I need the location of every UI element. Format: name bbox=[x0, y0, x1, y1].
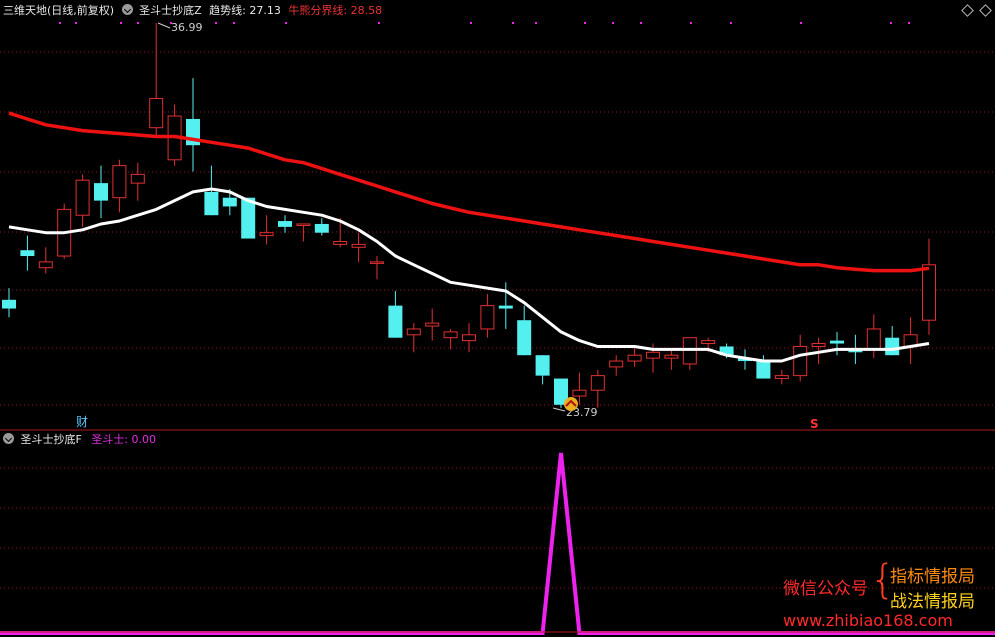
candle-body-down bbox=[498, 305, 513, 309]
cai-marker[interactable]: 财 bbox=[76, 415, 88, 429]
top-dot-marker bbox=[584, 22, 586, 24]
sub-indicator-name[interactable]: 圣斗士抄底F bbox=[21, 433, 82, 446]
top-dot-marker bbox=[800, 22, 802, 24]
top-dot-marker bbox=[59, 22, 61, 24]
candle-body-down bbox=[388, 305, 403, 338]
candle-body-down bbox=[830, 340, 844, 344]
watermark-left: 微信公众号 bbox=[783, 579, 868, 599]
indicator-name[interactable]: 圣斗士抄底Z bbox=[139, 4, 202, 17]
grid-lines bbox=[0, 51, 995, 589]
candle-body-up bbox=[351, 243, 366, 248]
candle-body-down bbox=[204, 191, 219, 216]
candle-body-down bbox=[94, 183, 108, 201]
candle-body-up bbox=[259, 232, 274, 237]
candle-body-down bbox=[278, 221, 292, 227]
high-label: 36.99 bbox=[171, 21, 203, 34]
bullbear-value: 28.58 bbox=[350, 4, 383, 17]
candle-body-up bbox=[627, 354, 642, 362]
bullbear-label: 牛熊分界线: bbox=[288, 4, 348, 17]
candle-body-down bbox=[517, 320, 532, 356]
watermark-url: www.zhibiao168.com bbox=[783, 611, 953, 630]
candle-body-up bbox=[590, 375, 605, 391]
candlestick-series bbox=[2, 23, 936, 408]
candle-body-up bbox=[701, 340, 716, 345]
candle-body-up bbox=[443, 331, 458, 339]
top-dot-marker bbox=[215, 22, 217, 24]
candle-body-up bbox=[480, 305, 495, 330]
main-panel-header: 三维天地(日线,前复权) 圣斗士抄底Z 趋势线: 27.13 牛熊分界线: 28… bbox=[0, 2, 382, 20]
indicator-dropdown-icon[interactable] bbox=[121, 4, 133, 15]
signal-series bbox=[0, 452, 995, 635]
bullbear-line bbox=[8, 111, 930, 273]
sub-series-label: 圣斗士: bbox=[91, 433, 129, 446]
trend-label: 趋势线: bbox=[209, 4, 246, 17]
candle-body-up bbox=[646, 351, 660, 359]
buy-signal-icon[interactable] bbox=[564, 397, 578, 411]
candle-body-up bbox=[406, 328, 421, 336]
trend-value: 27.13 bbox=[249, 4, 281, 17]
candle-body-down bbox=[535, 355, 550, 376]
candle-body-up bbox=[333, 240, 348, 245]
candle-body-down bbox=[885, 337, 900, 356]
candle-body-up bbox=[38, 261, 53, 269]
candle-body-up bbox=[774, 375, 789, 380]
top-dot-marker bbox=[640, 22, 642, 24]
candle-body-up bbox=[425, 322, 440, 327]
top-dot-marker bbox=[890, 22, 892, 24]
stock-chart[interactable]: 36.99 23.79 财 S bbox=[0, 0, 995, 637]
top-dot-marker bbox=[75, 22, 77, 24]
candle-body-up bbox=[75, 179, 90, 216]
sub-series-value: 0.00 bbox=[131, 433, 157, 446]
candle-body-down bbox=[20, 250, 35, 257]
sub-panel-header: 圣斗士抄底F 圣斗士: 0.00 bbox=[0, 431, 156, 449]
s-marker[interactable]: S bbox=[810, 417, 819, 431]
candle-body-down bbox=[756, 361, 771, 379]
candle-body-down bbox=[241, 197, 256, 239]
candle-body-down bbox=[222, 197, 237, 207]
candle-body-up bbox=[112, 165, 127, 199]
candle-body-down bbox=[2, 299, 16, 309]
top-dot-marker bbox=[535, 22, 537, 24]
candle-body-up bbox=[664, 354, 679, 359]
candle-body-up bbox=[149, 98, 164, 129]
top-dot-marker bbox=[233, 22, 235, 24]
top-dot-marker bbox=[137, 22, 139, 24]
candle-body-up bbox=[572, 389, 587, 397]
top-dot-marker bbox=[470, 22, 472, 24]
watermark-right-top: 指标情报局 bbox=[890, 567, 975, 587]
top-dot-marker bbox=[730, 22, 732, 24]
top-dot-marker bbox=[690, 22, 692, 24]
candle-body-down bbox=[314, 223, 329, 233]
candle-body-up bbox=[130, 173, 145, 184]
candle-body-up bbox=[922, 264, 936, 321]
candle-body-up bbox=[866, 328, 881, 350]
candle-body-up bbox=[793, 345, 808, 377]
top-dot-marker bbox=[612, 22, 614, 24]
top-dot-marker bbox=[512, 22, 514, 24]
candle-body-up bbox=[609, 360, 624, 368]
candle-body-up bbox=[811, 343, 826, 347]
sub-indicator-dropdown-icon[interactable] bbox=[3, 433, 14, 444]
top-dot-marker bbox=[120, 22, 122, 24]
top-dot-marker bbox=[285, 22, 287, 24]
stock-title: 三维天地(日线,前复权) bbox=[3, 4, 115, 17]
top-dot-marker bbox=[378, 22, 380, 24]
candle-body-up bbox=[462, 334, 476, 342]
top-dot-marker bbox=[908, 22, 910, 24]
high-price-annotation: 36.99 bbox=[157, 21, 203, 34]
signal-line bbox=[0, 452, 995, 635]
candle-body-up bbox=[370, 261, 384, 264]
candle-body-up bbox=[296, 223, 311, 226]
watermark-right-bottom: 战法情报局 bbox=[890, 592, 975, 612]
